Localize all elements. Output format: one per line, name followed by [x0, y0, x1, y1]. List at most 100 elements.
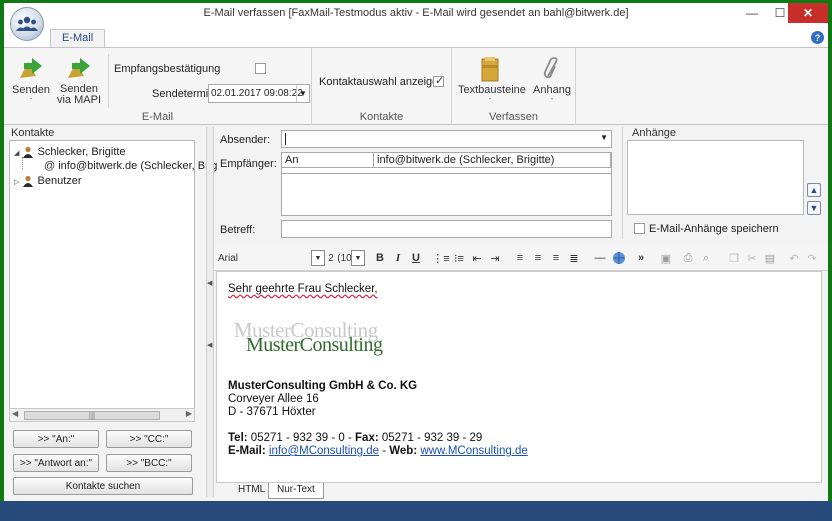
- hyperlink-icon[interactable]: [610, 250, 628, 266]
- tree-expander-icon[interactable]: ◢: [14, 150, 19, 157]
- folder-icon: [481, 57, 499, 82]
- person-icon: [23, 175, 34, 188]
- tab-plain-text[interactable]: Nur-Text: [268, 483, 324, 499]
- tab-html[interactable]: HTML: [230, 483, 273, 499]
- collapse-left-icon[interactable]: ◀: [207, 279, 212, 287]
- copy-icon[interactable]: ❐: [726, 250, 742, 266]
- redo-icon[interactable]: ↷: [804, 250, 820, 266]
- chevron-down-icon[interactable]: ▼: [296, 85, 309, 102]
- scrollbar-thumb[interactable]: |||: [24, 411, 160, 420]
- font-select[interactable]: Arial: [218, 250, 310, 266]
- minimize-button[interactable]: —: [738, 3, 766, 23]
- cut-icon[interactable]: ✂: [744, 250, 760, 266]
- horizontal-rule-icon[interactable]: —: [592, 250, 608, 266]
- contacts-horizontal-scrollbar[interactable]: ◀ ||| ▶: [9, 408, 195, 422]
- outdent-icon[interactable]: ⇤: [469, 250, 485, 266]
- paste-icon[interactable]: ▤: [762, 250, 778, 266]
- chevron-down-icon[interactable]: ▼: [807, 201, 821, 215]
- justify-icon[interactable]: ≣: [566, 250, 582, 266]
- chevron-down-icon[interactable]: ▼: [351, 250, 365, 266]
- ribbon-group-email-label: E-Mail: [141, 111, 174, 123]
- ribbon-group-compose: Textbausteine - Anhang - Verfassen: [452, 48, 576, 125]
- italic-icon[interactable]: I: [390, 250, 406, 266]
- tab-email[interactable]: E-Mail: [50, 29, 106, 48]
- add-to-button[interactable]: >> "An:": [13, 430, 99, 448]
- company-city: D - 37671 Höxter: [228, 406, 316, 418]
- print-preview-icon[interactable]: ⌕: [698, 250, 714, 266]
- more-options-icon[interactable]: »: [634, 250, 648, 266]
- indent-icon[interactable]: ⇥: [487, 250, 503, 266]
- subject-field[interactable]: [281, 220, 612, 238]
- receipt-checkbox[interactable]: [255, 63, 266, 74]
- send-date-field[interactable]: 02.01.2017 09:08:22 ▼: [208, 84, 310, 103]
- tree-node-contact[interactable]: ◢ Schlecker, Brigitte: [14, 146, 126, 159]
- tree-node-users[interactable]: ▷ Benutzer: [14, 175, 82, 188]
- app-menu-button[interactable]: [10, 7, 44, 41]
- add-reply-to-button[interactable]: >> "Antwort an:": [13, 454, 99, 472]
- contacts-header: Kontakte: [11, 127, 55, 139]
- send-dropdown-icon: -: [29, 94, 33, 103]
- align-left-icon[interactable]: ≡: [512, 250, 528, 266]
- scroll-left-icon[interactable]: ◀: [12, 409, 18, 418]
- tree-node-email[interactable]: @ info@bitwerk.de (Schlecker, Brig: [44, 160, 217, 172]
- text-blocks-button[interactable]: Textbausteine -: [458, 56, 526, 103]
- web-link[interactable]: www.MConsulting.de: [420, 445, 527, 457]
- send-mapi-button[interactable]: Senden via MAPI: [56, 56, 102, 106]
- tel-label: Tel:: [228, 432, 248, 444]
- email-label: E-Mail:: [228, 445, 266, 457]
- numbered-list-icon[interactable]: ⋮≡: [432, 250, 449, 266]
- status-bar: [0, 501, 832, 521]
- at-icon: @: [44, 160, 56, 172]
- company-street: Corveyer Allee 16: [228, 393, 319, 405]
- message-editor[interactable]: Sehr geehrte Frau Schlecker, MusterConsu…: [216, 271, 822, 483]
- save-icon[interactable]: ▣: [658, 250, 674, 266]
- tree-line: [22, 157, 23, 169]
- receipt-label: Empfangsbestätigung: [114, 63, 221, 75]
- recipient-type-cell[interactable]: An: [282, 153, 374, 168]
- close-button[interactable]: ✕: [788, 3, 828, 23]
- tree-expander-icon[interactable]: ▷: [14, 179, 19, 186]
- contact-line: E-Mail: info@MConsulting.de - Web: www.M…: [228, 445, 528, 457]
- font-size-value[interactable]: 2: [327, 250, 335, 266]
- attachments-list[interactable]: [627, 140, 804, 215]
- title-bar: E-Mail verfassen [FaxMail-Testmodus akti…: [4, 3, 828, 25]
- undo-icon[interactable]: ↶: [786, 250, 802, 266]
- attachments-separator: [622, 127, 623, 239]
- send-date-label: Sendetermin: [152, 88, 215, 100]
- users-icon: [16, 16, 38, 31]
- font-value: Arial: [218, 252, 239, 264]
- chevron-down-icon[interactable]: ▼: [311, 250, 325, 266]
- fax-label: Fax:: [355, 432, 379, 444]
- attachment-button[interactable]: Anhang -: [532, 56, 572, 103]
- send-button[interactable]: Senden -: [10, 56, 52, 103]
- recipient-empty-row[interactable]: [282, 168, 611, 174]
- collapse-left-icon[interactable]: ◀: [207, 341, 212, 349]
- attachments-header: Anhänge: [632, 127, 677, 139]
- chevron-up-icon[interactable]: ▲: [807, 183, 821, 197]
- underline-icon[interactable]: U: [408, 250, 424, 266]
- save-attachments-label: E-Mail-Anhänge speichern: [649, 223, 779, 235]
- save-attachments-checkbox[interactable]: [634, 223, 645, 234]
- add-cc-button[interactable]: >> "CC:": [106, 430, 192, 448]
- bold-icon[interactable]: B: [372, 250, 388, 266]
- show-contact-selection-checkbox[interactable]: [433, 74, 444, 87]
- bullet-list-icon[interactable]: ⁝≡: [451, 250, 467, 266]
- ribbon: Senden - Senden via MAPI Empfangsbestäti…: [4, 47, 828, 125]
- sender-label: Absender:: [220, 134, 271, 146]
- help-icon[interactable]: ?: [811, 31, 824, 44]
- recipient-address-cell[interactable]: info@bitwerk.de (Schlecker, Brigitte): [374, 153, 611, 168]
- align-center-icon[interactable]: ≡: [530, 250, 546, 266]
- window-title: E-Mail verfassen [FaxMail-Testmodus akti…: [203, 7, 629, 19]
- tree-node-label: Benutzer: [37, 175, 82, 187]
- scroll-right-icon[interactable]: ▶: [186, 409, 192, 418]
- recipients-grid[interactable]: An info@bitwerk.de (Schlecker, Brigitte): [281, 152, 612, 216]
- sender-field[interactable]: ▼: [281, 130, 612, 148]
- add-bcc-button[interactable]: >> "BCC:": [106, 454, 192, 472]
- print-icon[interactable]: ⎙: [680, 250, 696, 266]
- chevron-down-icon[interactable]: ▼: [600, 133, 608, 142]
- email-link[interactable]: info@MConsulting.de: [269, 445, 379, 457]
- align-right-icon[interactable]: ≡: [548, 250, 564, 266]
- search-contacts-button[interactable]: Kontakte suchen: [13, 477, 193, 495]
- contacts-tree: ◢ Schlecker, Brigitte @ info@bitwerk.de …: [9, 140, 217, 422]
- panel-splitter[interactable]: ◀ ◀: [206, 127, 214, 497]
